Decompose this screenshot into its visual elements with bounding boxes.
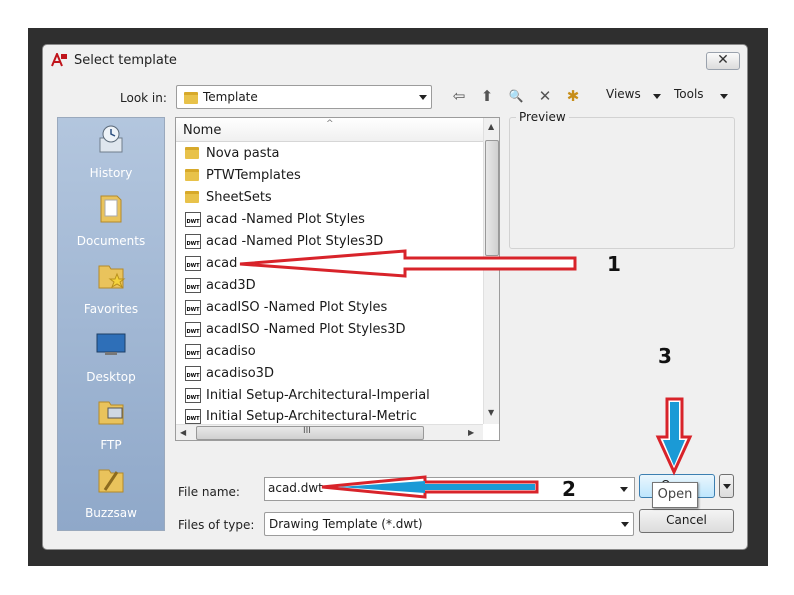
chevron-down-icon[interactable] — [620, 487, 628, 492]
select-template-dialog: Select template ✕ Look in: Template ⇦ ⬆ … — [42, 44, 748, 550]
annotation-step-2: 2 — [562, 477, 576, 501]
list-item[interactable]: DWT acadISO -Named Plot Styles — [182, 298, 482, 318]
sort-ascending-icon: ^ — [326, 119, 334, 129]
documents-folder-icon — [100, 195, 122, 223]
vertical-scroll-thumb[interactable] — [485, 140, 499, 256]
place-buzzsaw[interactable]: Buzzsaw — [58, 460, 164, 528]
scroll-right-icon[interactable]: ▶ — [468, 428, 474, 437]
horizontal-scroll-thumb[interactable]: III — [196, 426, 424, 440]
list-item[interactable]: DWT acad -Named Plot Styles — [182, 210, 482, 230]
look-in-label: Look in: — [120, 91, 167, 105]
title-bar[interactable]: Select template ✕ — [43, 45, 747, 75]
list-item[interactable]: SheetSets — [182, 188, 482, 208]
list-item[interactable]: DWT acad3D — [182, 276, 482, 296]
annotation-step-3: 3 — [658, 344, 672, 368]
place-label: Favorites — [83, 302, 139, 316]
files-of-type-dropdown[interactable]: Drawing Template (*.dwt) — [264, 512, 634, 536]
files-of-type-label: Files of type: — [178, 518, 255, 532]
list-item[interactable]: DWT acadISO -Named Plot Styles3D — [182, 320, 482, 340]
tools-caret-icon[interactable] — [720, 94, 728, 99]
place-desktop[interactable]: Desktop — [58, 324, 164, 392]
autocad-app-icon — [51, 53, 67, 67]
tools-menu[interactable]: Tools — [674, 87, 704, 101]
place-ftp[interactable]: FTP — [58, 392, 164, 460]
folder-icon — [185, 169, 199, 181]
place-documents[interactable]: Documents — [58, 188, 164, 256]
list-item[interactable]: PTWTemplates — [182, 166, 482, 186]
chevron-down-icon — [419, 95, 427, 100]
dwt-file-icon: DWT — [185, 300, 201, 315]
close-button[interactable]: ✕ — [706, 52, 740, 70]
history-icon — [99, 125, 123, 153]
look-in-dropdown[interactable]: Template — [176, 85, 432, 109]
list-item[interactable]: DWT acadiso3D — [182, 364, 482, 384]
dwt-file-icon: DWT — [185, 278, 201, 293]
cancel-button[interactable]: Cancel — [639, 509, 734, 533]
vertical-scrollbar[interactable]: ▲ ▼ — [483, 118, 499, 424]
new-folder-icon[interactable]: ✱ — [562, 86, 584, 106]
file-name-label: File name: — [178, 485, 240, 499]
horizontal-scrollbar[interactable]: ◀ III ▶ — [176, 424, 483, 440]
file-name-value: acad.dwt — [268, 481, 323, 495]
scroll-down-icon[interactable]: ▼ — [488, 408, 494, 417]
open-options-button[interactable] — [719, 474, 734, 498]
preview-panel: Preview — [509, 110, 735, 249]
up-one-level-icon[interactable]: ⬆ — [476, 86, 498, 106]
open-tooltip: Open — [652, 482, 698, 508]
views-caret-icon[interactable] — [653, 94, 661, 99]
place-label: FTP — [100, 438, 122, 452]
chevron-down-icon — [723, 484, 731, 489]
places-bar: History Documents Favorites Desktop FTP … — [57, 117, 165, 531]
buzzsaw-folder-icon — [98, 469, 124, 493]
close-icon: ✕ — [717, 52, 729, 68]
chevron-down-icon — [621, 522, 629, 527]
place-label: Documents — [76, 234, 146, 248]
views-menu[interactable]: Views — [606, 87, 641, 101]
dwt-file-icon: DWT — [185, 366, 201, 381]
dwt-file-icon: DWT — [185, 388, 201, 403]
preview-label: Preview — [516, 110, 569, 124]
scroll-up-icon[interactable]: ▲ — [488, 122, 494, 131]
delete-icon[interactable]: ✕ — [534, 86, 556, 106]
folder-icon — [185, 191, 199, 203]
back-icon[interactable]: ⇦ — [448, 86, 470, 106]
file-name-input[interactable]: acad.dwt — [264, 477, 635, 501]
place-favorites[interactable]: Favorites — [58, 256, 164, 324]
look-in-value: Template — [203, 90, 258, 104]
dwt-file-icon: DWT — [185, 409, 201, 424]
column-header-label: Nome — [183, 123, 222, 138]
column-header-name[interactable]: Nome ^ — [176, 118, 484, 142]
place-label: History — [89, 166, 133, 180]
folder-icon — [184, 92, 198, 104]
dwt-file-icon: DWT — [185, 234, 201, 249]
list-item[interactable]: Nova pasta — [182, 144, 482, 164]
desktop-icon — [96, 333, 126, 355]
list-item[interactable]: DWT acad — [182, 254, 482, 274]
scroll-grip-icon: III — [303, 426, 311, 436]
favorites-icon — [98, 265, 126, 289]
annotation-step-1: 1 — [607, 252, 621, 276]
dwt-file-icon: DWT — [185, 256, 201, 271]
dwt-file-icon: DWT — [185, 344, 201, 359]
dwt-file-icon: DWT — [185, 322, 201, 337]
scroll-left-icon[interactable]: ◀ — [180, 428, 186, 437]
place-history[interactable]: History — [58, 120, 164, 188]
file-list: Nome ^ Nova pasta PTWTemplates SheetSets… — [175, 117, 500, 441]
search-web-icon[interactable]: 🔍 — [505, 86, 527, 106]
folder-icon — [185, 147, 199, 159]
list-item[interactable]: DWT Initial Setup-Architectural-Imperial — [182, 386, 482, 406]
list-item[interactable]: DWT acad -Named Plot Styles3D — [182, 232, 482, 252]
list-item[interactable]: DWT acadiso — [182, 342, 482, 362]
place-label: Buzzsaw — [85, 506, 137, 520]
files-of-type-value: Drawing Template (*.dwt) — [269, 517, 423, 531]
ftp-folder-icon — [98, 401, 124, 425]
place-label: Desktop — [86, 370, 136, 384]
window-title: Select template — [74, 53, 177, 68]
dwt-file-icon: DWT — [185, 212, 201, 227]
